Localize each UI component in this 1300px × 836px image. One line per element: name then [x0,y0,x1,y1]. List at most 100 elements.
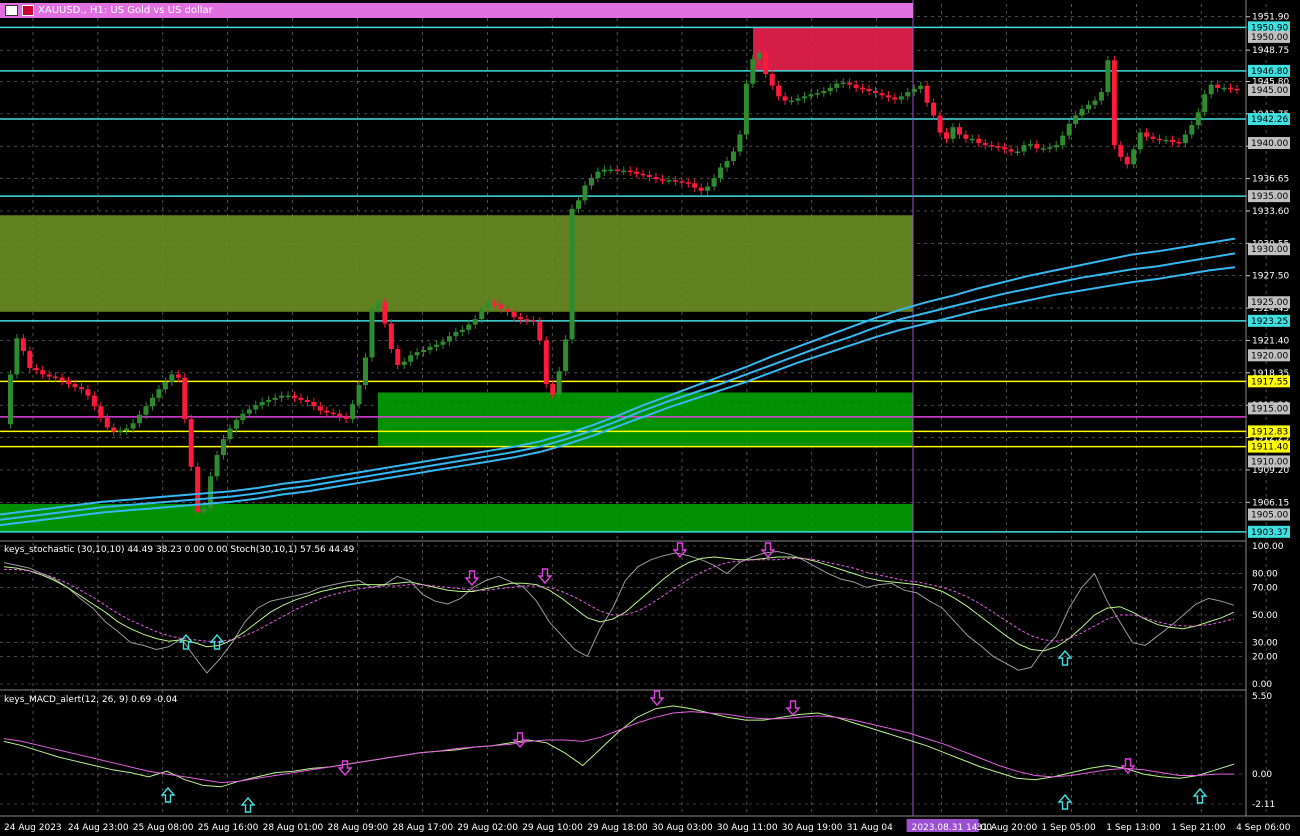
candle-body [149,397,155,407]
candle-body [330,412,336,415]
candle-body [659,179,665,181]
candle-body [479,308,485,320]
candle-body [750,59,756,84]
candle-body [1208,84,1214,95]
price-tag-label: 1942.26 [1251,115,1288,125]
candle-body [485,303,491,309]
candle-body [653,177,659,180]
candle-body [666,180,672,182]
candle-body [117,430,123,433]
price-tag-label: 1903.37 [1251,528,1288,538]
candle-body [724,161,730,168]
time-tick-label: 30 Aug 03:00 [652,823,713,833]
price-tick-label: 1906.15 [1252,498,1289,508]
candle-body [466,324,472,330]
stoch-tick-label: 50.00 [1252,611,1278,621]
candle-body [272,397,278,400]
candle-body [227,428,233,440]
candle-body [1079,109,1085,116]
candle-body [614,169,620,172]
candle-body [776,85,782,97]
candle-body [143,406,149,415]
candle-body [91,395,97,407]
time-tick-label: 1 Sep 05:00 [1041,823,1096,833]
time-tick-label: 25 Aug 16:00 [198,823,259,833]
candle-body [511,311,517,318]
candle-body [1182,134,1188,144]
candle-body [53,376,59,379]
time-tick-label: 29 Aug 10:00 [522,823,583,833]
price-tag-label: 1946.80 [1251,67,1288,77]
candle-body [537,321,543,341]
candle-body [576,200,582,209]
candle-body [375,302,381,309]
candle-body [524,319,530,321]
candle-body [647,174,653,178]
candle-body [259,402,265,406]
candle-body [421,350,427,353]
macd-title: keys_MACD_alert(12, 26, 9) 0.69 -0.04 [4,695,178,705]
candle-body [640,173,646,176]
candle-body [285,395,291,398]
price-tag-label: 1915.00 [1251,404,1288,414]
candle-body [1098,92,1104,101]
candle-body [834,83,840,88]
candle-body [569,208,575,340]
price-tag-label: 1912.83 [1251,427,1288,437]
candle-body [1176,141,1182,144]
candle-body [782,96,788,101]
price-tick-label: 1921.40 [1252,336,1289,346]
green-zone [0,503,913,532]
candle-body [621,170,627,173]
candle-body [304,399,310,403]
candle-body [1202,94,1208,113]
candle-body [1002,147,1008,150]
supply-zone [753,27,913,71]
candle-body [995,146,1001,148]
price-tick-label: 1933.60 [1252,207,1289,217]
symbol-icon[interactable] [22,5,34,16]
candle-body [801,96,807,99]
candle-body [401,361,407,365]
candle-body [20,338,26,352]
stoch-tick-label: 70.00 [1252,583,1278,593]
time-tick-label: 30 Aug 19:00 [782,823,843,833]
candle-body [246,409,252,414]
time-tick-label: 31 Aug 04 [847,823,893,833]
price-tag-label: 1940.00 [1251,139,1288,149]
candle-body [866,88,872,92]
candle-body [137,414,143,424]
candle-body [356,385,362,405]
olive-zone [0,215,913,312]
candle-body [814,93,820,95]
candle-body [408,355,414,362]
candle-body [343,416,349,420]
chart-canvas[interactable]: 24 Aug 2023 24 Aug 23:00 25 Aug 08:00 25 Au… [0,0,1300,836]
candle-body [1053,145,1059,148]
candle-body [969,138,975,141]
candle-body [414,352,420,356]
candle-body [872,91,878,94]
candle-body [1215,84,1221,88]
candle-body [918,85,924,89]
candle-body [66,380,72,384]
chart-grid-icon[interactable] [5,5,18,16]
candle-body [517,317,523,320]
candle-body [885,95,891,98]
candle-body [124,428,130,431]
candle-body [924,85,930,103]
candle-body [1137,132,1143,150]
candle-body [214,455,220,477]
candle-body [944,132,950,139]
stoch-tick-label: 0.00 [1252,680,1272,690]
candle-body [40,370,46,375]
candle-body [847,82,853,85]
candle-body [1157,138,1163,141]
candle-body [253,405,259,410]
candle-body [1150,136,1156,139]
candle-body [840,82,846,85]
candle-body [98,406,104,418]
candle-body [563,339,569,372]
candle-body [1066,123,1072,136]
time-tick-label: 24 Aug 2023 [4,823,62,833]
